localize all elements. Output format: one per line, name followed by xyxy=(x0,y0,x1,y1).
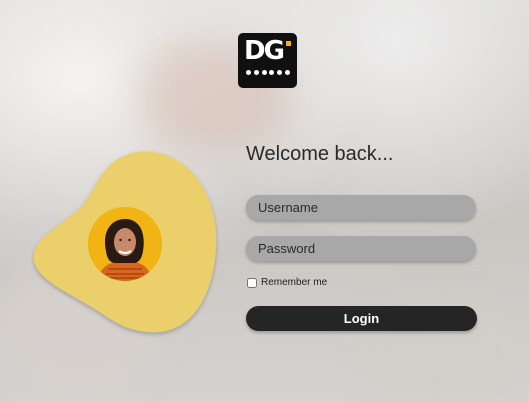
dg-logo-icon: DG xyxy=(238,33,297,88)
remember-me[interactable]: Remember me xyxy=(247,277,327,288)
page-title: Welcome back... xyxy=(246,143,394,165)
person-avatar-icon xyxy=(88,207,162,281)
remember-me-checkbox[interactable] xyxy=(247,277,257,288)
remember-me-label: Remember me xyxy=(261,277,328,288)
username-field[interactable] xyxy=(246,195,476,220)
logo-text: DG xyxy=(244,36,285,66)
avatar xyxy=(88,207,162,281)
login-button[interactable]: Login xyxy=(246,306,477,331)
password-field[interactable] xyxy=(246,236,476,261)
logo-accent xyxy=(286,41,291,46)
logo-dots xyxy=(246,70,290,76)
